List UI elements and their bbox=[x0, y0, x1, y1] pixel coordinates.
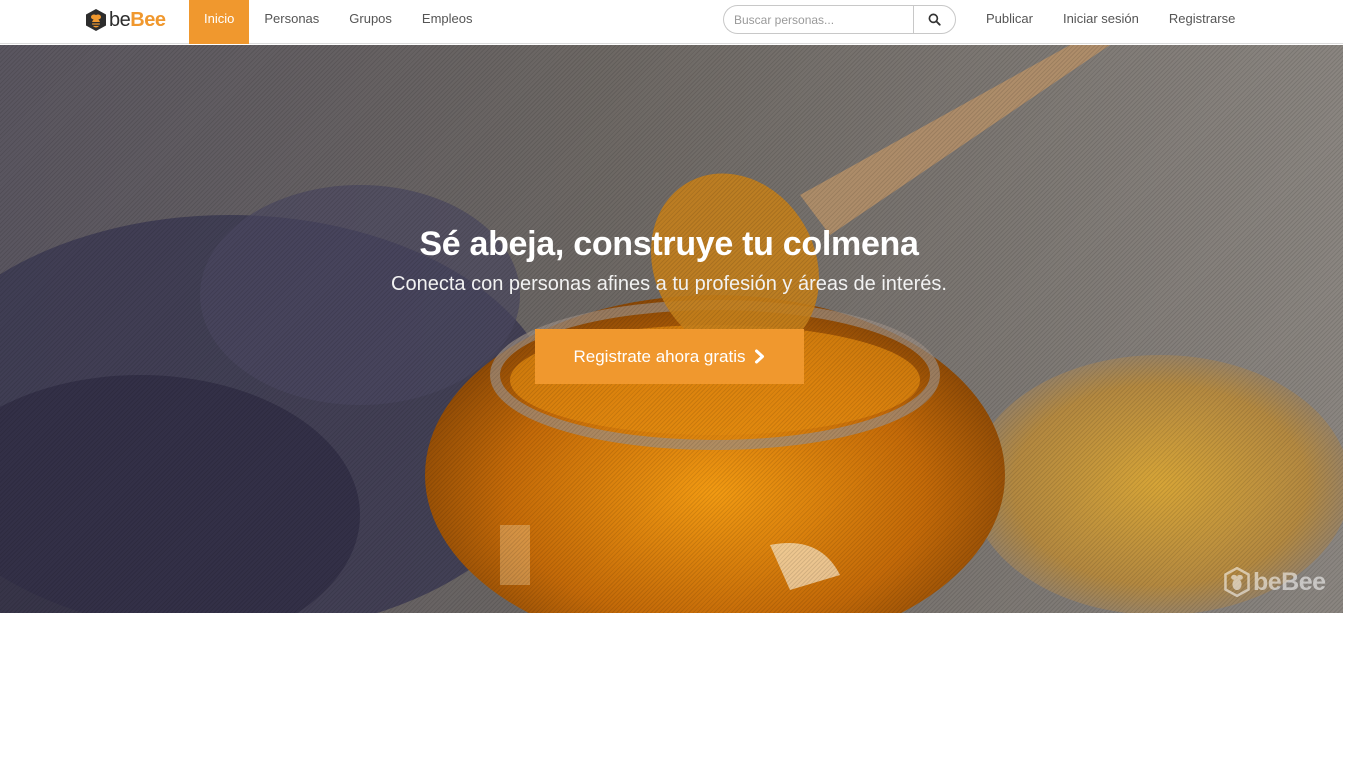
logo-be-text: be bbox=[109, 9, 131, 31]
nav-grupos[interactable]: Grupos bbox=[334, 0, 407, 44]
nav-iniciar-sesion[interactable]: Iniciar sesión bbox=[1048, 0, 1154, 44]
nav-empleos[interactable]: Empleos bbox=[407, 0, 488, 44]
logo-bee-text: Bee bbox=[130, 9, 166, 31]
watermark-text: beBee bbox=[1253, 567, 1326, 596]
nav-personas[interactable]: Personas bbox=[249, 0, 334, 44]
bee-hexagon-icon bbox=[86, 9, 106, 31]
search-icon bbox=[928, 13, 941, 26]
top-navbar: beBee Inicio Personas Grupos Empleos Pub… bbox=[0, 0, 1343, 44]
main-nav: Inicio Personas Grupos Empleos bbox=[189, 0, 488, 44]
nav-inicio[interactable]: Inicio bbox=[189, 0, 250, 44]
nav-registrarse[interactable]: Registrarse bbox=[1154, 0, 1250, 44]
hero-banner: Sé abeja, construye tu colmena Conecta c… bbox=[0, 45, 1343, 613]
search-button[interactable] bbox=[913, 5, 956, 34]
cta-label: Registrate ahora gratis bbox=[573, 346, 746, 366]
bebee-watermark: beBee bbox=[1223, 567, 1326, 597]
chevron-right-icon bbox=[754, 349, 765, 364]
account-nav: Publicar Iniciar sesión Registrarse bbox=[971, 0, 1250, 44]
search-bar bbox=[723, 5, 956, 34]
bebee-logo[interactable]: beBee bbox=[84, 6, 166, 34]
logo-wordmark: beBee bbox=[109, 8, 166, 32]
nav-publicar[interactable]: Publicar bbox=[971, 0, 1048, 44]
search-input[interactable] bbox=[723, 5, 913, 34]
bee-hexagon-icon bbox=[1224, 567, 1250, 597]
hero-subtitle: Conecta con personas afines a tu profesi… bbox=[391, 273, 947, 295]
register-cta-button[interactable]: Registrate ahora gratis bbox=[535, 329, 804, 384]
hero-title: Sé abeja, construye tu colmena bbox=[419, 225, 919, 263]
